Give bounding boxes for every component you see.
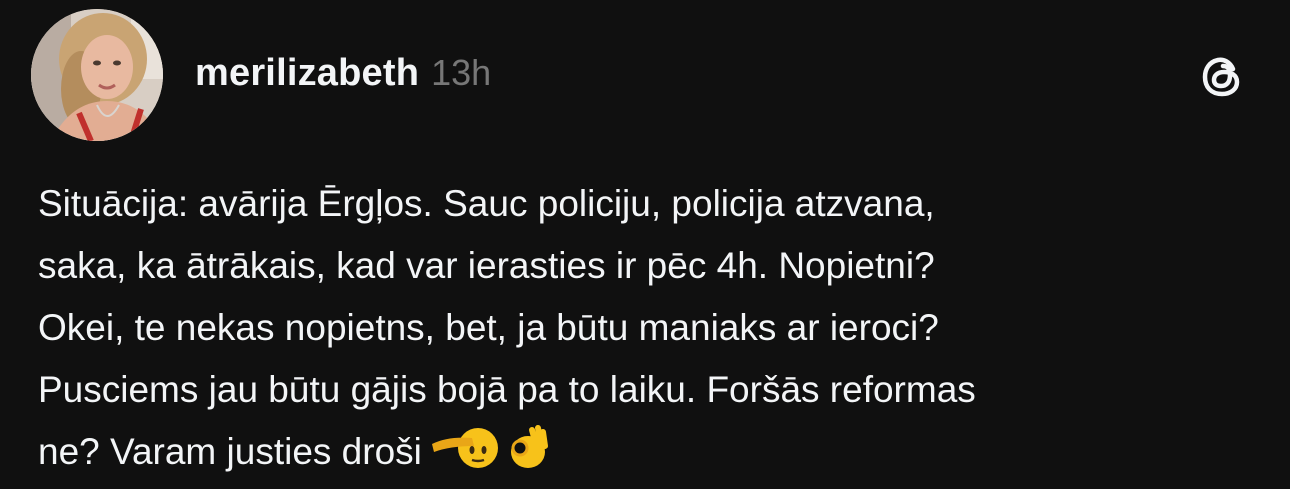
ok-hand-emoji	[506, 422, 550, 489]
avatar[interactable]	[31, 9, 163, 141]
post-text-line: Situācija: avārija Ērgļos. Sauc policiju…	[38, 183, 935, 224]
timestamp: 13h	[431, 52, 492, 93]
username[interactable]: merilizabeth	[195, 52, 419, 95]
post-text-line-last: ne? Varam justies droši	[38, 421, 1258, 489]
post-text-line: saka, ka ātrākais, kad var ierasties ir …	[38, 245, 935, 286]
threads-post: merilizabeth 13h Situācija: avārija Ērgļ…	[0, 0, 1290, 485]
post-text-line: Okei, te nekas nopietns, bet, ja būtu ma…	[38, 307, 939, 348]
post-text-line: ne? Varam justies droši	[38, 431, 422, 472]
post-text: Situācija: avārija Ērgļos. Sauc policiju…	[38, 173, 1258, 489]
post-header: merilizabeth 13h	[195, 52, 491, 100]
profile-photo	[31, 9, 163, 141]
saluting-face-emoji	[428, 424, 500, 489]
post-text-line: Pusciems jau būtu gājis bojā pa to laiku…	[38, 369, 976, 410]
threads-logo-icon	[1200, 54, 1246, 100]
